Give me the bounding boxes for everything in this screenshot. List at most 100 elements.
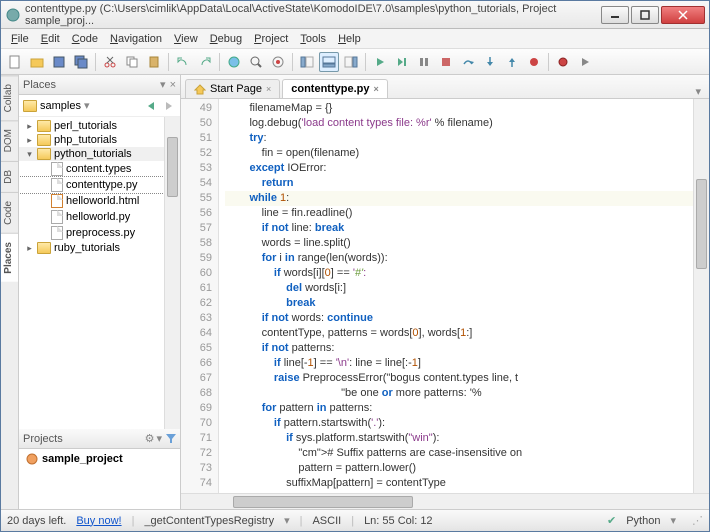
tab-overflow-icon[interactable]: ▾ [691,85,705,98]
places-breadcrumb: samples ▾ [19,95,180,117]
paste-icon[interactable] [144,52,164,72]
menu-view[interactable]: View [168,31,204,47]
checkmark-icon: ✔ [607,514,616,527]
sidetab-db[interactable]: DB [1,161,18,192]
chevron-down-icon[interactable]: ▾ [284,514,290,527]
gear-icon[interactable]: ⚙ [145,432,155,445]
save-icon[interactable] [49,52,69,72]
nav-back-icon[interactable] [144,99,158,113]
twisty-icon[interactable]: ▸ [25,243,34,254]
tree-item[interactable]: helloworld.py [19,209,164,225]
chevron-down-icon[interactable]: ▾ [156,432,162,445]
tree-item[interactable]: ▸php_tutorials [19,133,164,147]
buy-link[interactable]: Buy now! [76,515,121,527]
step-over-icon[interactable] [458,52,478,72]
tree-item[interactable]: ▸ perl_tutorials [19,119,164,133]
twisty-icon[interactable]: ▸ [25,121,34,132]
tree-item[interactable]: contenttype.py [19,177,164,193]
new-file-icon[interactable] [5,52,25,72]
find-icon[interactable] [246,52,266,72]
projects-tree[interactable]: sample_project [19,449,180,509]
tree-item[interactable]: helloworld.html [19,193,164,209]
sidetab-code[interactable]: Code [1,192,18,233]
nav-fwd-icon[interactable] [162,99,176,113]
menu-navigation[interactable]: Navigation [104,31,168,47]
step-out-icon[interactable] [502,52,522,72]
chevron-down-icon[interactable]: ▾ [670,514,676,527]
window-title: contenttype.py (C:\Users\cimlik\AppData\… [25,3,599,27]
tree-label: ruby_tutorials [54,242,120,254]
filter-icon[interactable] [166,434,176,444]
language-indicator[interactable]: Python [626,515,660,527]
tree-label: helloworld.html [66,195,139,207]
undo-icon[interactable] [173,52,193,72]
toggle-sidebar-icon[interactable] [297,52,317,72]
macro-icon[interactable] [268,52,288,72]
record-icon[interactable] [553,52,573,72]
toggle-bottom-icon[interactable] [319,52,339,72]
close-icon[interactable]: × [266,84,271,94]
breadcrumb-folder[interactable]: samples ▾ [23,99,90,112]
menu-tools[interactable]: Tools [294,31,332,47]
folder-icon [37,134,51,146]
debug-play-icon[interactable] [370,52,390,72]
menu-help[interactable]: Help [332,31,367,47]
tree-label: perl_tutorials [54,120,117,132]
close-button[interactable] [661,6,705,24]
maximize-button[interactable] [631,6,659,24]
redo-icon[interactable] [195,52,215,72]
code-editor[interactable]: filenameMap = {} log.debug('load content… [219,99,693,493]
save-all-icon[interactable] [71,52,91,72]
twisty-icon[interactable]: ▾ [25,149,34,160]
twisty-icon[interactable]: ▸ [25,135,34,146]
toggle-right-icon[interactable] [341,52,361,72]
menu-project[interactable]: Project [248,31,294,47]
debug-step-icon[interactable] [392,52,412,72]
minimize-button[interactable] [601,6,629,24]
play-macro-icon[interactable] [575,52,595,72]
open-icon[interactable] [27,52,47,72]
project-item[interactable]: sample_project [19,451,180,467]
debug-stop-icon[interactable] [436,52,456,72]
sidetab-dom[interactable]: DOM [1,120,18,160]
close-icon[interactable]: × [373,84,378,94]
file-icon [51,194,63,208]
panel-close-icon[interactable]: × [170,79,176,91]
editor-vscrollbar[interactable] [693,99,709,493]
projects-header: Projects ⚙ ▾ [19,429,180,449]
editor-hscrollbar[interactable] [181,493,709,509]
tree-label: helloworld.py [66,211,130,223]
menu-edit[interactable]: Edit [35,31,66,47]
app-icon [5,7,21,23]
sidetab-places[interactable]: Places [1,233,18,282]
debug-pause-icon[interactable] [414,52,434,72]
folder-icon [23,100,37,112]
tree-item[interactable]: preprocess.py [19,225,164,241]
tree-item[interactable]: content.types [19,161,164,177]
scope-indicator[interactable]: _getContentTypesRegistry [144,515,274,527]
menu-file[interactable]: File [5,31,35,47]
editor-tab[interactable]: Start Page× [185,79,280,98]
copy-icon[interactable] [122,52,142,72]
encoding-indicator[interactable]: ASCII [312,515,341,527]
editor-tab[interactable]: contenttype.py× [282,79,388,98]
places-scrollbar[interactable] [164,117,180,429]
globe-icon[interactable] [224,52,244,72]
editor-tabbar: Start Page×contenttype.py× ▾ [181,75,709,99]
tree-item[interactable]: ▸ ruby_tutorials [19,241,164,255]
menu-code[interactable]: Code [66,31,104,47]
places-tree[interactable]: ▸ perl_tutorials▸php_tutorials▾python_tut… [19,117,164,429]
resize-grip-icon[interactable]: ⋰ [692,514,703,527]
file-icon [51,162,63,176]
menu-debug[interactable]: Debug [204,31,248,47]
panel-menu-icon[interactable]: ▾ [160,78,166,91]
tree-item[interactable]: ▾python_tutorials [19,147,164,161]
cut-icon[interactable] [100,52,120,72]
step-in-icon[interactable] [480,52,500,72]
editor-area: Start Page×contenttype.py×▾ 495051525354… [181,75,709,509]
toolbar [1,49,709,75]
left-sidetabs: CollabDOMDBCodePlaces [1,75,19,509]
sidetab-collab[interactable]: Collab [1,75,18,120]
project-label: sample_project [42,453,123,465]
breakpoint-icon[interactable] [524,52,544,72]
